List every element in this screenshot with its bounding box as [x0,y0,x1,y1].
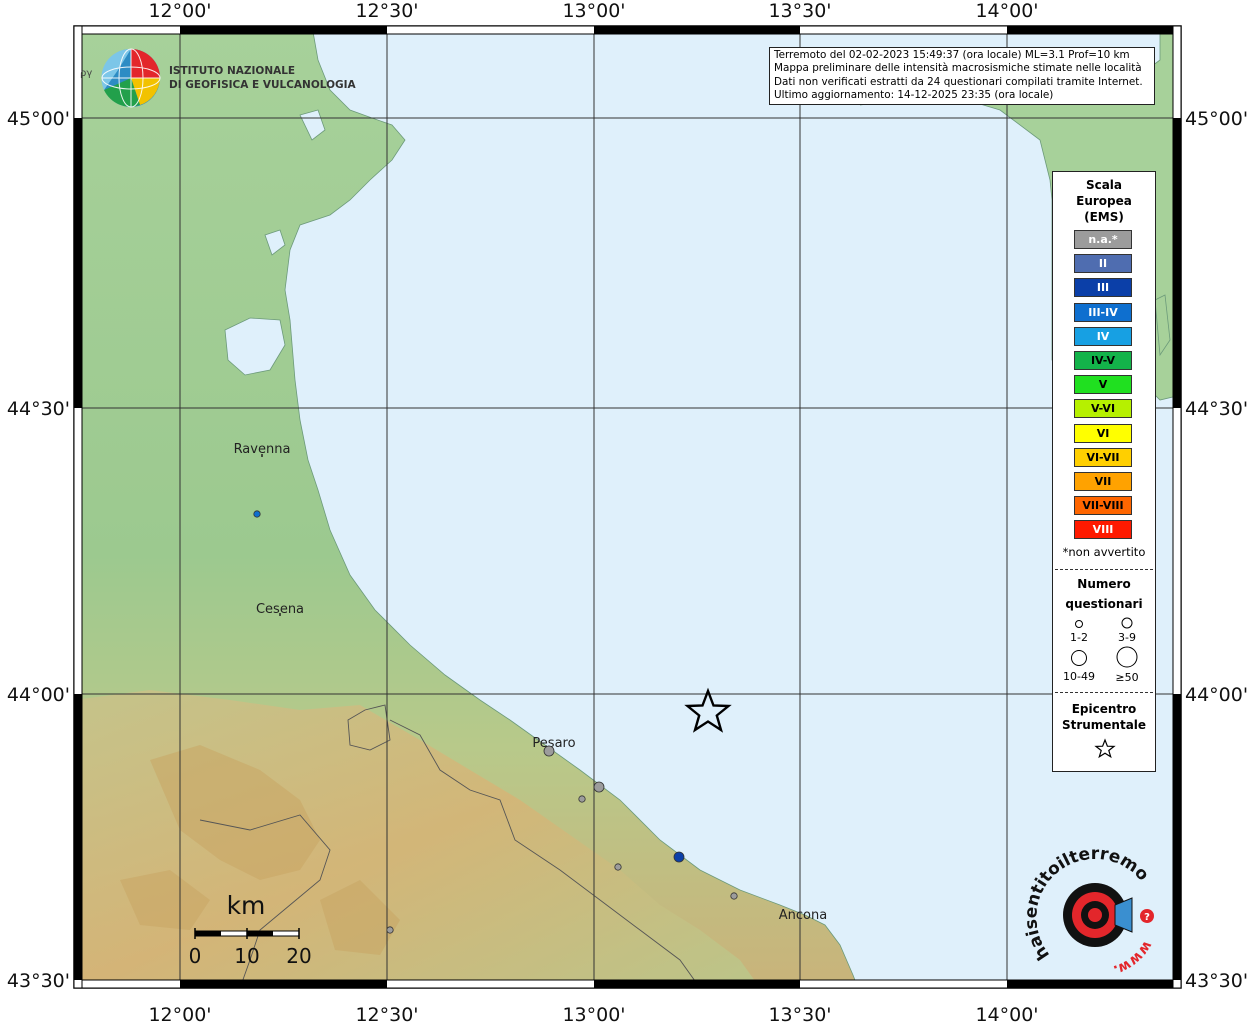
scale-tick: 0 [189,944,202,968]
lon-label: 13°30' [768,0,831,22]
info-line: Dati non verificati estratti da 24 quest… [774,75,1143,88]
lat-label: 43°30' [7,970,70,992]
epicenter-legend-icon [1094,738,1116,759]
legend-title: Scala Europea (EMS) [1053,177,1155,225]
logo-line2: DI GEOFISICA E VULCANOLOGIA [169,79,357,91]
lat-labels-left: 45°00' 44°30' 44°00' 43°30' [7,108,70,992]
lat-label: 45°00' [7,108,70,130]
city-ravenna: Ravenna [234,442,290,457]
obs-point[interactable] [673,851,685,863]
lon-label: 13°00' [562,1004,625,1024]
city-label: Ancona [779,908,827,923]
count-title: Numero questionari [1053,574,1155,614]
legend-swatch: VII-VIII [1074,496,1132,516]
info-line: Ultimo aggiornamento: 14-12-2025 23:35 (… [774,89,1054,102]
legend-swatch: IV-V [1074,351,1132,370]
lon-labels-top: 12°00' 12°30' 13°00' 13°30' 14°00' [148,0,1038,22]
legend-swatch: VII [1074,472,1132,491]
event-info-box: Terremoto del 02-02-2023 15:49:37 (ora l… [769,47,1155,105]
obs-point[interactable] [543,745,555,757]
legend-swatch: V-VI [1074,399,1132,419]
info-line: Terremoto del 02-02-2023 15:49:37 (ora l… [774,49,1130,61]
count-symbol [1116,646,1138,668]
city-pesaro: Pesaro [532,736,575,751]
count-label: 10-49 [1063,670,1095,683]
legend-title-line: Europea [1076,194,1132,208]
svg-text:?: ? [1144,912,1150,923]
city-cesena: Cesena [256,602,304,617]
not-felt-note: *non avvertito [1062,545,1146,559]
scale-unit: km [227,891,266,920]
count-label: 1-2 [1070,631,1088,644]
lon-labels-bottom: 12°00' 12°30' 13°00' 13°30' 14°00' [148,1004,1038,1024]
count-label: ≥50 [1115,671,1139,684]
logo-fragment: ργ [80,68,92,79]
legend-swatch: IV [1074,326,1132,346]
info-line: Mappa preliminare delle intensità macros… [774,62,1142,75]
legend-swatch: VIII [1074,520,1132,540]
intensity-legend: Scala Europea (EMS) n.a.* II III III-IV IV IV… [1052,171,1156,772]
lon-label: 12°30' [355,0,418,22]
lon-label: 14°00' [975,0,1038,22]
lon-label: 13°00' [562,0,625,22]
count-title-line: questionari [1065,597,1143,611]
lon-label: 13°30' [768,1004,831,1024]
legend-swatch: II [1074,254,1132,274]
epicenter-title-line: Epicentro [1071,702,1137,716]
legend-swatch: III-IV [1074,302,1132,322]
logo-line1: ISTITUTO NAZIONALE [169,65,295,77]
lon-label: 14°00' [975,1004,1038,1024]
epicenter-title-line: Strumentale [1061,718,1147,732]
legend-swatch: VI-VII [1074,447,1132,467]
obs-point[interactable] [730,892,738,900]
lat-label: 44°30' [7,398,70,420]
lat-label: 44°30' [1185,398,1248,420]
lat-label: 44°00' [1185,684,1248,706]
epicenter-title: Epicentro Strumentale [1053,701,1155,733]
legend-divider [1055,692,1153,693]
city-label: Pesaro [532,736,575,751]
legend-swatch: III [1074,278,1132,298]
city-ancona: Ancona [779,908,827,923]
obs-point[interactable] [253,510,261,518]
count-symbol [1075,620,1083,628]
obs-point[interactable] [593,781,605,793]
scale-tick: 20 [286,944,311,968]
count-label: 3-9 [1118,631,1136,644]
lat-label: 44°00' [7,684,70,706]
lat-labels-right: 45°00' 44°30' 44°00' 43°30' [1185,108,1248,992]
count-title-line: Numero [1077,577,1131,591]
legend-swatch: VI [1074,423,1132,443]
lon-label: 12°30' [355,1004,418,1024]
lon-label: 12°00' [148,1004,211,1024]
obs-point[interactable] [386,926,394,934]
lon-label: 12°00' [148,0,211,22]
legend-swatch: n.a.* [1074,230,1132,249]
count-symbol [1121,617,1133,629]
obs-point[interactable] [614,863,622,871]
legend-divider [1055,569,1153,570]
scale-tick: 10 [234,944,259,968]
legend-title-line: (EMS) [1084,210,1124,224]
legend-swatch: V [1074,375,1132,395]
lat-label: 45°00' [1185,108,1248,130]
obs-point[interactable] [578,795,586,803]
count-symbol [1071,650,1087,666]
legend-title-line: Scala [1085,178,1123,192]
lat-label: 43°30' [1185,970,1248,992]
